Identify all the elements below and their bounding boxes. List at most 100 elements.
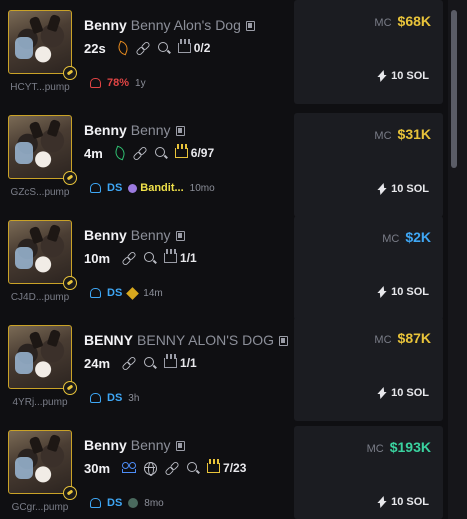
token-meta: 10m 1/1 — [84, 249, 197, 266]
token-created-time: 3h — [128, 392, 140, 404]
bolt-icon — [377, 387, 385, 399]
token-image[interactable] — [8, 10, 72, 74]
token-buy-panel[interactable]: MC $2K 10 SOL — [294, 216, 443, 320]
token-card[interactable]: CJ4D...pump Benny Benny 10m 1/1 DS 14m — [0, 210, 290, 314]
token-meta: 22s 0/2 — [84, 39, 210, 56]
coin-icon — [128, 498, 139, 508]
token-name-line: Benny Benny — [84, 122, 185, 138]
market-cap: MC $193K — [366, 439, 431, 455]
creator-user[interactable]: Bandit... — [128, 182, 184, 194]
token-address[interactable]: CJ4D...pump — [4, 292, 76, 303]
copy-icon[interactable] — [245, 21, 255, 31]
chef-hat-icon — [90, 498, 101, 508]
search-icon[interactable] — [187, 462, 199, 474]
quick-buy-button[interactable]: 10 SOL — [377, 183, 429, 195]
token-name-line: Benny Benny — [84, 437, 185, 453]
token-image[interactable] — [8, 430, 72, 494]
token-ticker: Benny — [84, 437, 127, 453]
dexscreener-badge[interactable]: DS — [107, 497, 122, 509]
top-holders: 0/2 — [177, 39, 210, 55]
top-holders: 7/23 — [207, 459, 246, 475]
pump-leaf-icon[interactable] — [115, 40, 130, 56]
pump-pill-icon — [63, 276, 77, 290]
link-icon[interactable] — [122, 251, 136, 265]
token-meta: 30m 7/23 — [84, 459, 246, 476]
token-row[interactable]: GCgr...pump BennyBenny 30m 7/23 DS 8mo — [0, 420, 450, 519]
token-meta: 24m 1/1 — [84, 354, 197, 371]
token-row[interactable]: HCYT...pump Benny Benny Alon's Dog 22s 0/… — [0, 0, 450, 104]
token-ticker: Benny — [84, 17, 127, 33]
search-icon[interactable] — [144, 357, 156, 369]
quick-buy-button[interactable]: 10 SOL — [377, 496, 429, 508]
link-icon[interactable] — [122, 356, 136, 370]
chef-hat-icon — [90, 393, 101, 403]
bolt-icon — [377, 496, 385, 508]
token-row[interactable]: 4YRj...pump BENNY BENNY ALON'S DOG 24m 1/… — [0, 315, 450, 421]
dev-holding-pct: 78% — [107, 77, 130, 89]
token-buy-panel[interactable]: MC $87K 10 SOL — [294, 317, 443, 421]
token-image[interactable] — [8, 220, 72, 284]
quick-buy-button[interactable]: 10 SOL — [377, 387, 429, 399]
token-full-name: Benny — [130, 227, 171, 243]
market-cap: MC $2K — [382, 229, 431, 245]
copy-icon[interactable] — [175, 441, 185, 451]
search-icon[interactable] — [154, 147, 167, 159]
token-card[interactable]: GZcS...pump Benny Benny 4m 6/97 DS Bandit… — [0, 105, 290, 209]
token-address[interactable]: GCgr...pump — [4, 502, 76, 513]
token-stats: 78% 1y — [90, 76, 146, 90]
token-list: HCYT...pump Benny Benny Alon's Dog 22s 0/… — [0, 0, 467, 519]
token-age: 30m — [84, 460, 111, 476]
token-image[interactable] — [8, 115, 72, 179]
token-card[interactable]: HCYT...pump Benny Benny Alon's Dog 22s 0/… — [0, 0, 290, 104]
copy-icon[interactable] — [175, 126, 185, 136]
token-name-line: BENNY BENNY ALON'S DOG — [84, 332, 289, 348]
token-row[interactable]: GZcS...pump Benny Benny 4m 6/97 DS Bandit… — [0, 105, 450, 217]
token-created-time: 10mo — [189, 182, 215, 194]
token-card[interactable]: 4YRj...pump BENNY BENNY ALON'S DOG 24m 1/… — [0, 315, 290, 419]
token-meta: 4m 6/97 — [84, 144, 214, 161]
community-icon[interactable] — [122, 462, 137, 474]
quick-buy-button[interactable]: 10 SOL — [377, 70, 429, 82]
token-age: 24m — [84, 355, 111, 371]
copy-icon[interactable] — [175, 231, 185, 241]
token-full-name: Benny — [130, 122, 171, 138]
token-stats: DS Bandit... 10mo — [90, 181, 215, 195]
link-icon[interactable] — [133, 146, 147, 160]
top-holders: 6/97 — [174, 144, 214, 160]
pump-pill-icon — [63, 486, 77, 500]
token-full-name: Benny Alon's Dog — [130, 17, 241, 33]
token-card[interactable]: GCgr...pump Benny Benny 30m 7/23 DS 8mo — [0, 420, 290, 519]
dexscreener-badge[interactable]: DS — [107, 182, 122, 194]
token-row[interactable]: CJ4D...pump Benny Benny 10m 1/1 DS 14m MC… — [0, 210, 450, 320]
binance-icon — [126, 286, 140, 300]
token-image[interactable] — [8, 325, 72, 389]
crown-icon — [164, 249, 178, 263]
market-cap: MC $87K — [374, 330, 431, 346]
token-address[interactable]: HCYT...pump — [4, 82, 76, 93]
token-ticker: BENNY — [84, 332, 134, 348]
token-age: 10m — [84, 250, 111, 266]
dexscreener-badge[interactable]: DS — [107, 392, 122, 404]
chef-hat-icon — [90, 183, 101, 193]
token-ticker: Benny — [84, 227, 127, 243]
token-buy-panel[interactable]: MC $68K 10 SOL — [294, 0, 443, 104]
dexscreener-badge[interactable]: DS — [107, 287, 122, 299]
scrollbar-thumb[interactable] — [451, 10, 457, 168]
chef-hat-icon — [90, 78, 101, 88]
bolt-icon — [377, 183, 385, 195]
pump-leaf-icon[interactable] — [113, 145, 127, 161]
link-icon[interactable] — [136, 41, 150, 55]
token-stats: DS 3h — [90, 391, 139, 405]
globe-icon[interactable] — [144, 461, 158, 476]
token-buy-panel[interactable]: MC $31K 10 SOL — [294, 113, 443, 217]
search-icon[interactable] — [144, 252, 156, 264]
copy-icon[interactable] — [279, 336, 289, 346]
token-address[interactable]: 4YRj...pump — [4, 397, 76, 408]
token-stats: DS 14m — [90, 286, 163, 300]
quick-buy-button[interactable]: 10 SOL — [377, 286, 429, 298]
token-address[interactable]: GZcS...pump — [4, 187, 76, 198]
link-icon[interactable] — [165, 461, 179, 475]
search-icon[interactable] — [157, 42, 170, 54]
token-created-time: 1y — [135, 77, 146, 89]
token-buy-panel[interactable]: MC $193K 10 SOL — [294, 426, 443, 519]
